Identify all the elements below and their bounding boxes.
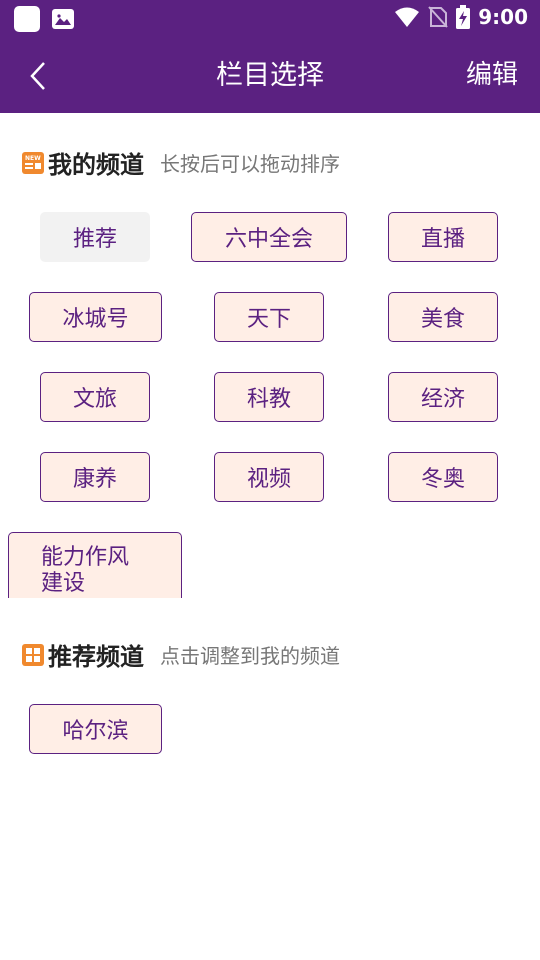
- channel-chip[interactable]: 冬奥: [388, 452, 498, 502]
- svg-text:NEW: NEW: [25, 155, 41, 162]
- channel-chip[interactable]: 天下: [214, 292, 324, 342]
- channel-chip[interactable]: 六中全会: [191, 212, 347, 262]
- edit-button[interactable]: 编辑: [466, 38, 518, 113]
- recommended-channels-title: 推荐频道: [48, 643, 144, 671]
- news-icon: NEW: [22, 151, 44, 174]
- channel-chip[interactable]: 文旅: [40, 372, 150, 422]
- channel-chip[interactable]: 美食: [388, 292, 498, 342]
- grid-icon: [22, 643, 44, 666]
- my-channels-title: 我的频道: [48, 151, 144, 179]
- wifi-icon: [395, 7, 420, 27]
- channel-chip-label: 能力作风建设: [41, 545, 130, 596]
- channel-chip[interactable]: 直播: [388, 212, 498, 262]
- clock: 9:00: [478, 5, 528, 29]
- recommended-channels-header: 推荐频道 点击调整到我的频道: [22, 637, 340, 672]
- channel-chip[interactable]: 经济: [388, 372, 498, 422]
- notification-app-icon: [14, 6, 40, 32]
- channel-chip[interactable]: 视频: [214, 452, 324, 502]
- page-title: 栏目选择: [216, 60, 324, 91]
- app-toolbar: 栏目选择 编辑: [0, 38, 540, 113]
- status-bar: 9:00: [0, 0, 540, 38]
- my-channels-header: NEW 我的频道 长按后可以拖动排序: [22, 145, 340, 180]
- channel-chip[interactable]: 能力作风建设: [8, 532, 182, 598]
- recommended-channel-chip[interactable]: 哈尔滨: [29, 704, 162, 754]
- no-sim-icon: [428, 6, 448, 28]
- my-channels-hint: 长按后可以拖动排序: [160, 152, 340, 176]
- channel-chip[interactable]: 冰城号: [29, 292, 162, 342]
- recommended-channels-hint: 点击调整到我的频道: [160, 644, 340, 668]
- channel-chip[interactable]: 康养: [40, 452, 150, 502]
- channel-chip[interactable]: 推荐: [40, 212, 150, 262]
- image-notification-icon: [52, 9, 74, 29]
- channel-chip[interactable]: 科教: [214, 372, 324, 422]
- battery-charging-icon: [456, 5, 471, 29]
